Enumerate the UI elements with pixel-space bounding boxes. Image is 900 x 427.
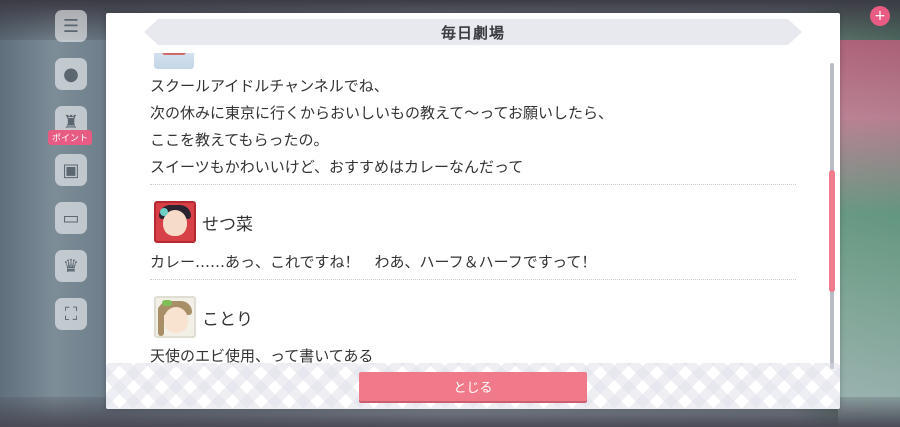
trophy-icon[interactable]: ♛ [55,250,87,282]
close-button[interactable]: とじる [359,372,587,401]
message-line: スイーツもかわいいけど、おすすめはカレーなんだって [150,158,524,176]
message-line: ここを教えてもらったの。 [150,131,329,149]
avatar-partial [154,53,194,69]
speaker-name: ことり [202,309,253,330]
kotori-avatar [154,296,196,338]
gift-icon[interactable]: ▣ [55,154,87,186]
message-line: 次の休みに東京に行くからおいしいもの教えて〜ってお願いしたら、 [150,104,614,122]
speaker-name: せつ菜 [202,214,253,235]
dialog-header: 毎日劇場 [144,19,802,45]
message-2: カレー……あっ、これですね！ わあ、ハーフ＆ハーフですって！ [150,249,596,276]
speaker-kotori: ことり [154,296,253,338]
screen-icon[interactable]: ▭ [55,202,87,234]
plus-icon[interactable]: + [870,6,890,26]
point-badge: ポイント [48,130,93,145]
daily-theater-dialog: 毎日劇場 スクールアイドルチャンネルでね、 次の休みに東京に行くからおいしいもの… [106,13,840,409]
message-divider [150,279,796,280]
speaker-setsuna: せつ菜 [154,201,253,243]
message-divider [150,184,796,185]
background-scenery [838,40,900,427]
message-1: スクールアイドルチャンネルでね、 次の休みに東京に行くからおいしいもの教えて〜っ… [150,73,613,181]
chat-icon[interactable]: ● [55,58,87,90]
side-menu: ☰ ● ♜ ▣ ▭ ♛ ⛶ [48,0,94,427]
dialog-title: 毎日劇場 [440,23,505,42]
message-line: カレー……あっ、これですね！ わあ、ハーフ＆ハーフですって！ [150,253,597,271]
fullscreen-icon[interactable]: ⛶ [55,298,87,330]
scrollbar-thumb[interactable] [829,170,835,292]
setsuna-avatar [154,201,196,243]
menu-icon[interactable]: ☰ [55,10,87,42]
conversation-log[interactable]: スクールアイドルチャンネルでね、 次の休みに東京に行くからおいしいもの教えて〜っ… [150,53,796,373]
message-line: スクールアイドルチャンネルでね、 [150,77,389,95]
